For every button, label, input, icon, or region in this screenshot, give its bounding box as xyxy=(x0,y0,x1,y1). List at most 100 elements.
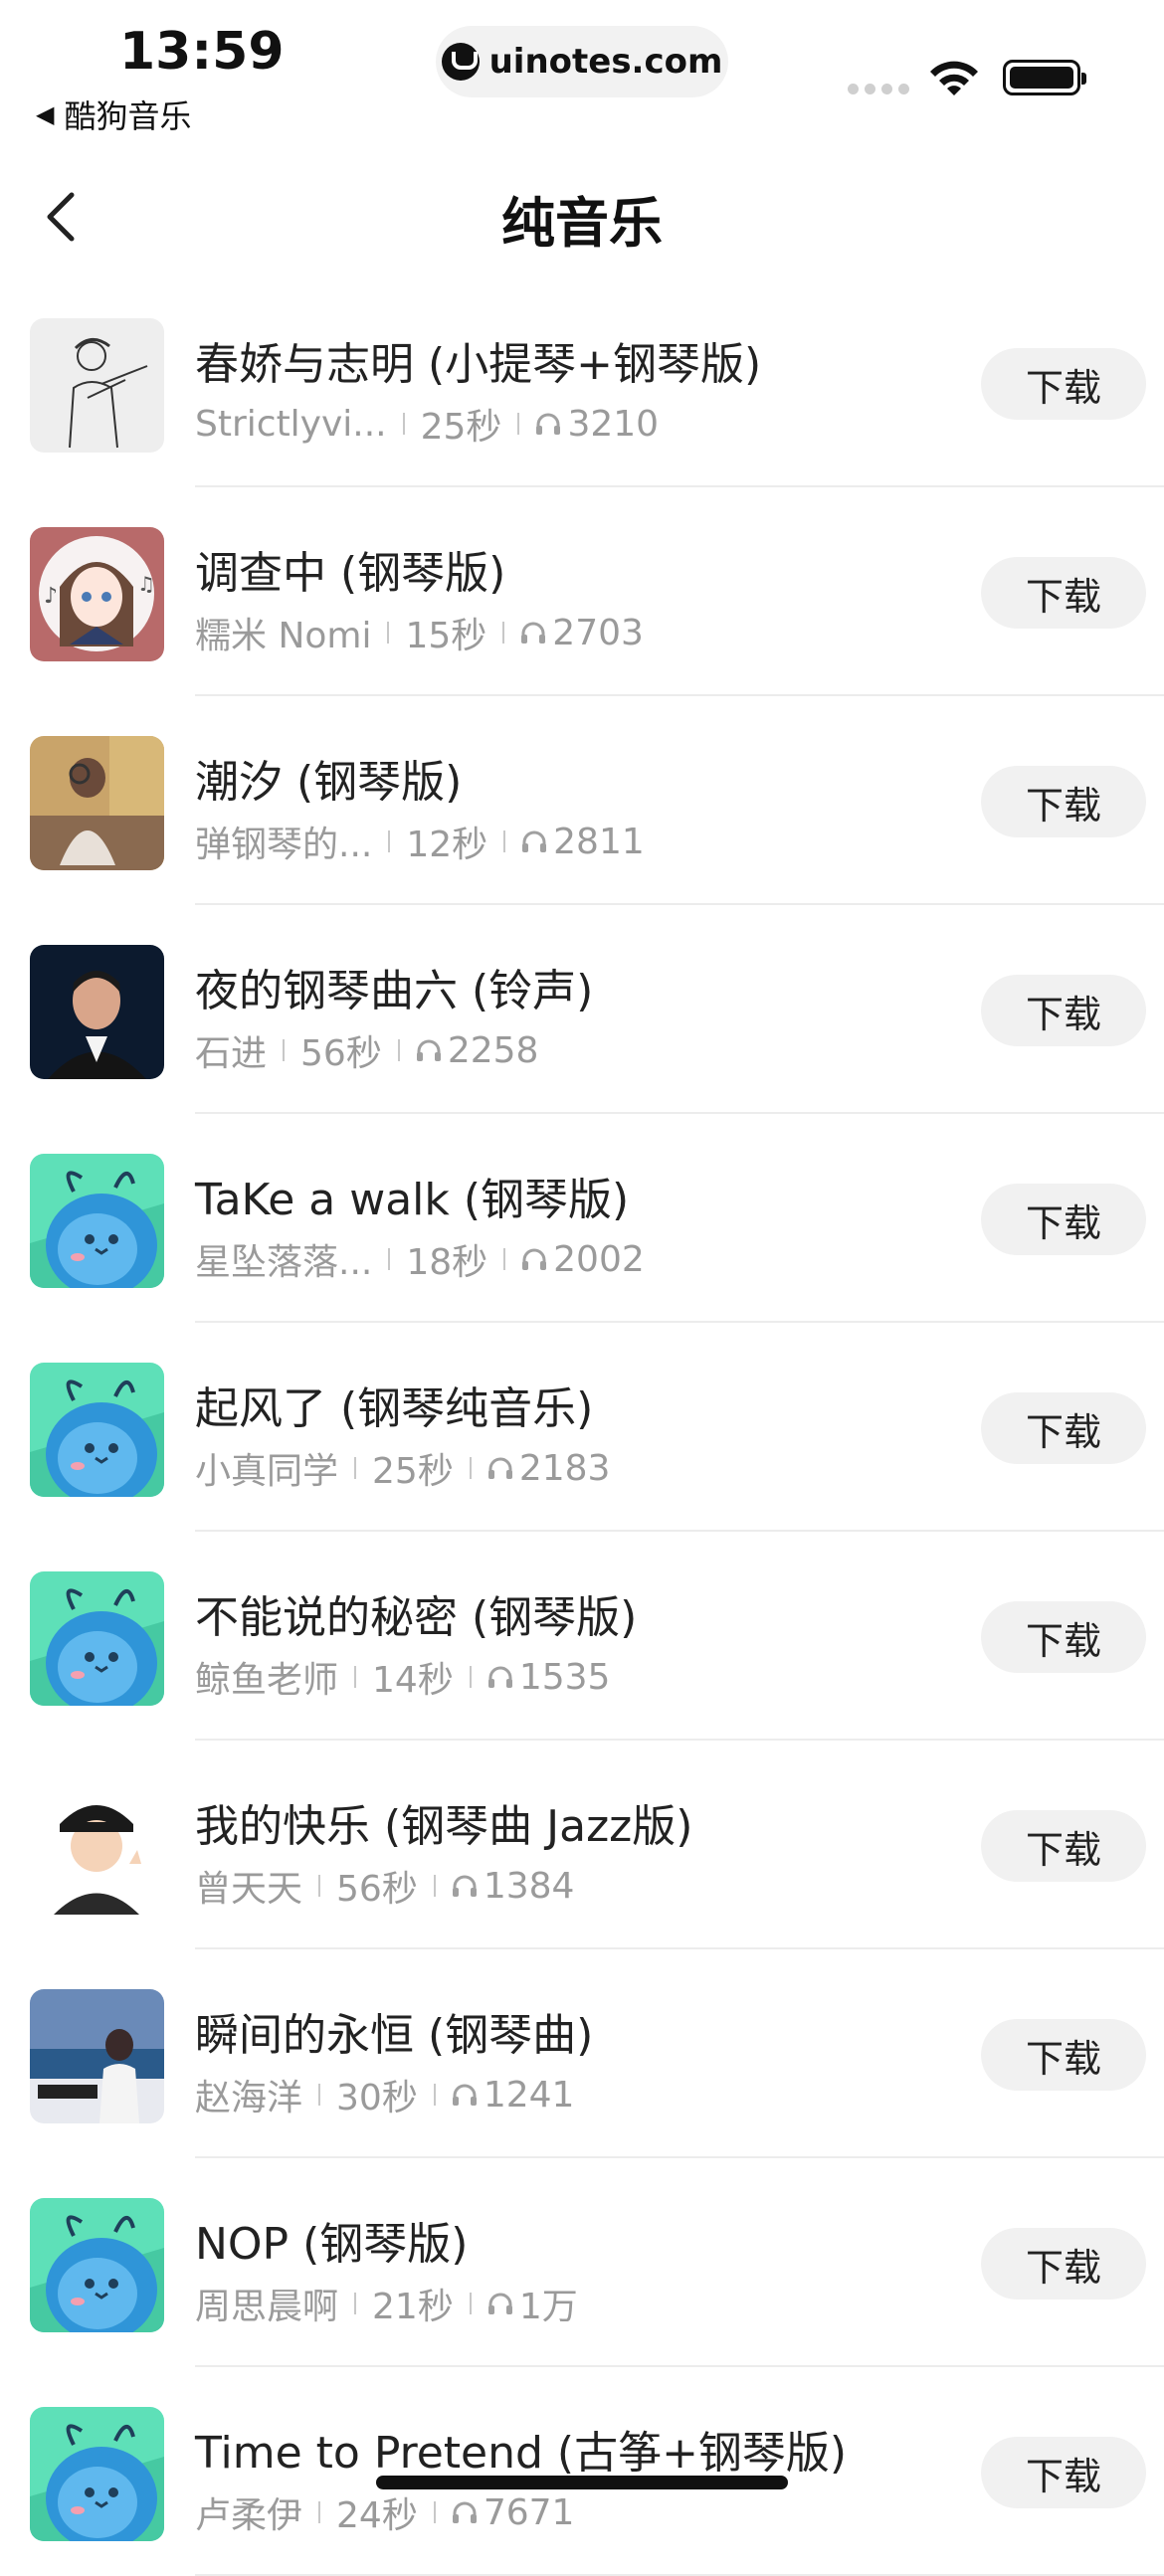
download-button[interactable]: 下载 xyxy=(981,2228,1146,2300)
song-duration: 14秒 xyxy=(372,1660,454,1701)
song-play-count: 2258 xyxy=(447,1029,539,1071)
song-cover-image[interactable] xyxy=(30,2198,164,2332)
song-artist: Strictlyvi... xyxy=(195,403,387,445)
meta-separator xyxy=(318,2084,321,2106)
song-row[interactable]: 夜的钢琴曲六 (铃声) 石进 56秒 2258 下载 xyxy=(0,905,1164,1114)
meta-separator xyxy=(387,622,390,644)
song-row[interactable]: 起风了 (钢琴纯音乐) 小真同学 25秒 2183 下载 xyxy=(0,1323,1164,1532)
song-play-count: 3210 xyxy=(567,403,660,445)
song-play-count: 2811 xyxy=(553,821,645,862)
headphones-icon xyxy=(452,2084,477,2106)
download-button[interactable]: 下载 xyxy=(981,1184,1146,1255)
download-button[interactable]: 下载 xyxy=(981,2437,1146,2508)
song-cover-image[interactable] xyxy=(30,945,164,1079)
song-cover-image[interactable] xyxy=(30,736,164,870)
song-duration: 56秒 xyxy=(336,1869,418,1910)
song-artist: 赵海洋 xyxy=(195,2078,303,2118)
meta-separator xyxy=(469,1457,472,1479)
song-title: 瞬间的永恒 (钢琴曲) xyxy=(195,2010,594,2061)
download-button[interactable]: 下载 xyxy=(981,2019,1146,2091)
meta-separator xyxy=(388,1248,391,1270)
meta-separator xyxy=(469,1666,472,1688)
song-meta: 小真同学 25秒 2183 xyxy=(195,1442,610,1494)
song-row[interactable]: 不能说的秘密 (钢琴版) 鲸鱼老师 14秒 1535 下载 xyxy=(0,1532,1164,1741)
song-title: 不能说的秘密 (钢琴版) xyxy=(195,1592,638,1643)
nav-bar: 纯音乐 xyxy=(0,149,1164,278)
meta-separator xyxy=(318,1875,321,1897)
meta-separator xyxy=(517,413,520,435)
meta-separator xyxy=(502,622,505,644)
svg-text:♫: ♫ xyxy=(137,572,155,596)
song-duration: 25秒 xyxy=(420,407,502,448)
song-duration: 12秒 xyxy=(406,825,488,865)
song-meta: 卢柔伊 24秒 7671 xyxy=(195,2486,574,2538)
song-meta: 赵海洋 30秒 1241 xyxy=(195,2069,574,2120)
song-title: Time to Pretend (古筝+钢琴版) xyxy=(195,2428,848,2479)
url-pill[interactable]: uinotes.com xyxy=(436,26,728,97)
song-cover-image[interactable] xyxy=(30,1989,164,2123)
home-indicator xyxy=(376,2476,788,2489)
meta-separator xyxy=(503,830,506,852)
song-duration: 56秒 xyxy=(300,1033,382,1074)
song-play-count: 2703 xyxy=(552,612,644,653)
song-play-count: 2183 xyxy=(518,1447,611,1489)
download-button[interactable]: 下载 xyxy=(981,975,1146,1046)
song-duration: 30秒 xyxy=(336,2078,418,2118)
song-list: 春娇与志明 (小提琴+钢琴版) Strictlyvi... 25秒 3210 下载 ♪ ♫ 调… xyxy=(0,278,1164,2576)
song-duration: 18秒 xyxy=(406,1242,488,1283)
song-row[interactable]: 春娇与志明 (小提琴+钢琴版) Strictlyvi... 25秒 3210 下载 xyxy=(0,278,1164,487)
status-bar: 13:59 ◀ 酷狗音乐 uinotes.com xyxy=(0,0,1164,135)
song-row[interactable]: 我的快乐 (钢琴曲 Jazz版) 曾天天 56秒 1384 下载 xyxy=(0,1741,1164,1949)
song-title: 夜的钢琴曲六 (铃声) xyxy=(195,966,594,1016)
status-time: 13:59 xyxy=(119,22,285,82)
song-play-count: 1535 xyxy=(518,1656,611,1698)
song-meta: Strictlyvi... 25秒 3210 xyxy=(195,398,659,450)
svg-text:♪: ♪ xyxy=(44,584,58,609)
download-button[interactable]: 下载 xyxy=(981,1601,1146,1673)
download-button[interactable]: 下载 xyxy=(981,1810,1146,1882)
song-title: 春娇与志明 (小提琴+钢琴版) xyxy=(195,339,762,390)
song-cover-image[interactable] xyxy=(30,1363,164,1497)
headphones-icon xyxy=(452,1875,477,1897)
song-row[interactable]: 瞬间的永恒 (钢琴曲) 赵海洋 30秒 1241 下载 xyxy=(0,1949,1164,2158)
headphones-icon xyxy=(522,1248,547,1270)
battery-icon xyxy=(1003,60,1086,95)
song-duration: 25秒 xyxy=(372,1451,454,1492)
meta-separator xyxy=(402,413,405,435)
song-cover-image[interactable] xyxy=(30,1154,164,1288)
meta-separator xyxy=(397,1039,400,1061)
site-logo-icon xyxy=(441,43,480,81)
song-row[interactable]: NOP (钢琴版) 周思晨啊 21秒 1万 下载 xyxy=(0,2158,1164,2367)
meta-separator xyxy=(433,2084,436,2106)
headphones-icon xyxy=(521,622,546,644)
song-cover-image[interactable] xyxy=(30,1571,164,1706)
song-cover-image[interactable]: ♪ ♫ xyxy=(30,527,164,661)
meta-separator xyxy=(354,1457,357,1479)
meta-separator xyxy=(318,2501,321,2523)
song-title: 我的快乐 (钢琴曲 Jazz版) xyxy=(195,1801,693,1852)
headphones-icon xyxy=(487,1666,512,1688)
meta-separator xyxy=(503,1248,506,1270)
song-cover-image[interactable] xyxy=(30,2407,164,2541)
song-row[interactable]: 潮汐 (钢琴版) 弹钢琴的... 12秒 2811 下载 xyxy=(0,696,1164,905)
download-button[interactable]: 下载 xyxy=(981,348,1146,420)
headphones-icon xyxy=(487,2293,512,2314)
song-cover-image[interactable] xyxy=(30,318,164,453)
back-to-app-link[interactable]: ◀ 酷狗音乐 xyxy=(36,92,191,137)
download-button[interactable]: 下载 xyxy=(981,1392,1146,1464)
song-row[interactable]: TaKe a walk (钢琴版) 星坠落落... 18秒 2002 下载 xyxy=(0,1114,1164,1323)
headphones-icon xyxy=(452,2501,477,2523)
song-row[interactable]: Time to Pretend (古筝+钢琴版) 卢柔伊 24秒 7671 下载 xyxy=(0,2367,1164,2576)
song-meta: 曾天天 56秒 1384 xyxy=(195,1860,574,1912)
download-button[interactable]: 下载 xyxy=(981,766,1146,837)
page-title: 纯音乐 xyxy=(501,192,663,255)
song-cover-image[interactable] xyxy=(30,1780,164,1915)
headphones-icon xyxy=(416,1039,441,1061)
song-artist: 周思晨啊 xyxy=(195,2287,339,2327)
song-title: 潮汐 (钢琴版) xyxy=(195,757,463,808)
song-meta: 星坠落落... 18秒 2002 xyxy=(195,1233,645,1285)
song-row[interactable]: ♪ ♫ 调查中 (钢琴版) 糯米 Nomi 15秒 2703 下载 xyxy=(0,487,1164,696)
meta-separator xyxy=(388,830,391,852)
song-duration: 15秒 xyxy=(405,616,487,656)
download-button[interactable]: 下载 xyxy=(981,557,1146,629)
